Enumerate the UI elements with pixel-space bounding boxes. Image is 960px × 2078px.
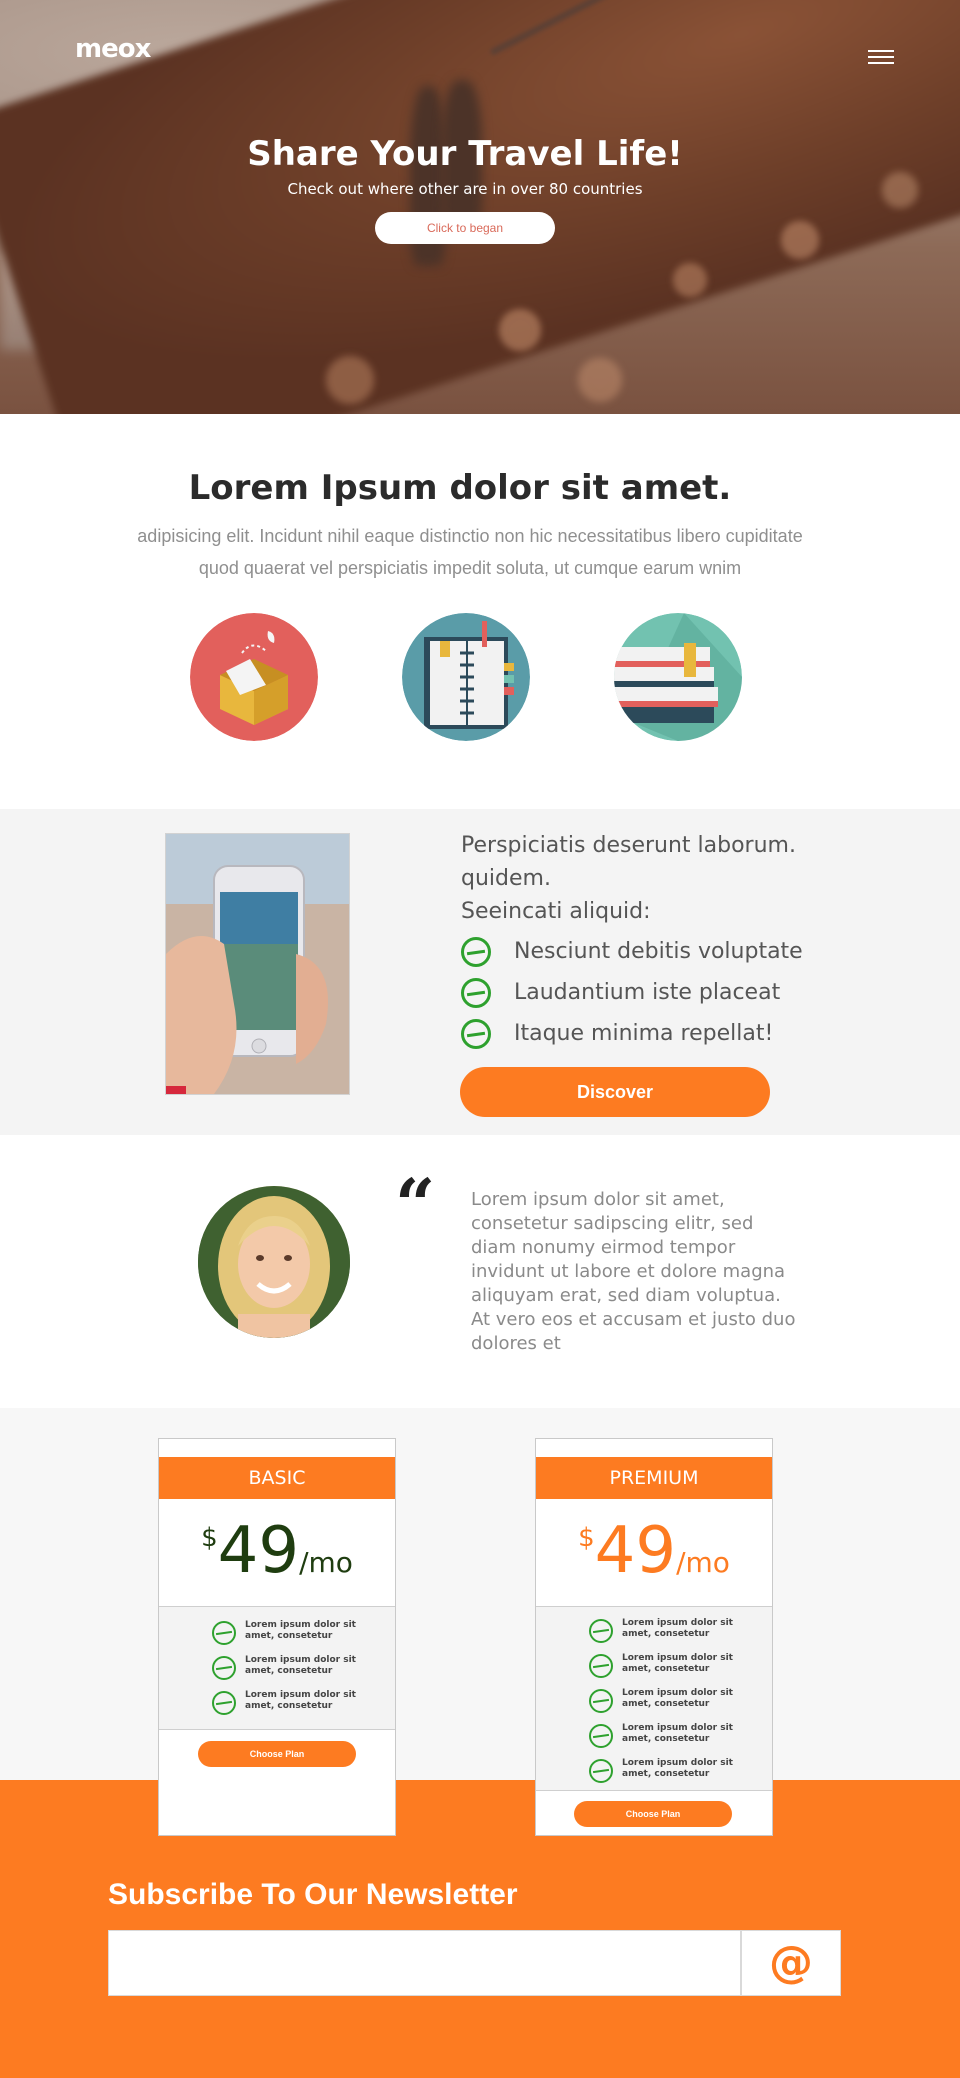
plan-name: BASIC	[159, 1457, 395, 1499]
plan-price: $49/mo	[536, 1519, 772, 1583]
price-amount: 49	[217, 1514, 300, 1588]
pricing-section	[0, 1408, 960, 1780]
check-circle-icon	[589, 1689, 613, 1713]
hero-banner: meox Share Your Travel Life! Check out w…	[0, 0, 960, 414]
price-currency: $	[201, 1523, 218, 1553]
feature-item-label: Itaque minima repellat!	[514, 1021, 774, 1046]
discover-button[interactable]: Discover	[460, 1067, 770, 1117]
price-amount: 49	[594, 1514, 677, 1588]
testimonial-avatar	[198, 1186, 350, 1338]
pricing-card-premium: PREMIUM $49/mo Lorem ipsum dolor sit ame…	[535, 1438, 773, 1836]
plan-name: PREMIUM	[536, 1457, 772, 1499]
newsletter-email-input[interactable]	[108, 1930, 741, 1996]
quote-mark-icon: “	[395, 1163, 436, 1246]
feature-heading-line2: quidem.	[461, 866, 551, 891]
plan-feature-item: Lorem ipsum dolor sit amet, consetetur	[536, 1611, 772, 1646]
open-box-icon	[190, 613, 318, 741]
check-circle-icon	[212, 1621, 236, 1645]
plan-features: Lorem ipsum dolor sit amet, consetetur L…	[536, 1606, 772, 1791]
newsletter-title: Subscribe To Our Newsletter	[108, 1878, 518, 1911]
books-icon	[614, 613, 742, 741]
plan-feature-label: Lorem ipsum dolor sit amet, consetetur	[622, 1723, 733, 1744]
hero-cta-button[interactable]: Click to began	[375, 212, 555, 244]
feature-heading-line3: Seeincati aliquid:	[461, 899, 651, 924]
hero-subtitle: Check out where other are in over 80 cou…	[287, 180, 643, 198]
price-period: /mo	[299, 1546, 353, 1579]
newsletter-section	[0, 1780, 960, 2078]
feature-heading: Perspiciatis deserunt laborum. quidem. S…	[461, 829, 881, 928]
plan-feature-label: Lorem ipsum dolor sit amet, consetetur	[622, 1758, 733, 1779]
testimonial-text: Lorem ipsum dolor sit amet, consetetur s…	[471, 1189, 796, 1354]
check-circle-icon	[589, 1619, 613, 1643]
plan-feature-label: Lorem ipsum dolor sit amet, consetetur	[622, 1653, 733, 1674]
pricing-card-basic: BASIC $49/mo Lorem ipsum dolor sit amet,…	[158, 1438, 396, 1836]
check-circle-icon	[212, 1691, 236, 1715]
intro-title: Lorem Ipsum dolor sit amet.	[188, 468, 732, 508]
check-circle-icon	[589, 1759, 613, 1783]
plan-feature-label: Lorem ipsum dolor sit amet, consetetur	[245, 1620, 356, 1641]
choose-plan-button[interactable]: Choose Plan	[574, 1801, 732, 1827]
feature-item-label: Nesciunt debitis voluptate	[514, 939, 803, 964]
hamburger-menu-icon[interactable]	[868, 50, 894, 64]
phone-photo	[165, 833, 350, 1095]
price-currency: $	[578, 1523, 595, 1553]
check-circle-icon	[589, 1724, 613, 1748]
notebook-icon	[402, 613, 530, 741]
feature-list-item: Nesciunt debitis voluptate	[461, 935, 881, 969]
check-circle-icon	[461, 978, 491, 1008]
at-sign-icon[interactable]: @	[741, 1930, 841, 1996]
plan-feature-item: Lorem ipsum dolor sit amet, consetetur	[159, 1683, 395, 1718]
hero-title: Share Your Travel Life!	[247, 134, 683, 174]
plan-feature-item: Lorem ipsum dolor sit amet, consetetur	[159, 1648, 395, 1683]
logo[interactable]: meox	[75, 34, 151, 64]
choose-plan-button[interactable]: Choose Plan	[198, 1741, 356, 1767]
plan-features: Lorem ipsum dolor sit amet, consetetur L…	[159, 1606, 395, 1730]
price-period: /mo	[676, 1546, 730, 1579]
check-circle-icon	[589, 1654, 613, 1678]
check-circle-icon	[212, 1656, 236, 1680]
feature-heading-line1: Perspiciatis deserunt laborum.	[461, 833, 796, 858]
feature-item-label: Laudantium iste placeat	[514, 980, 781, 1005]
check-circle-icon	[461, 1019, 491, 1049]
plan-feature-label: Lorem ipsum dolor sit amet, consetetur	[622, 1688, 733, 1709]
plan-feature-item: Lorem ipsum dolor sit amet, consetetur	[159, 1613, 395, 1648]
plan-feature-label: Lorem ipsum dolor sit amet, consetetur	[622, 1618, 733, 1639]
plan-feature-label: Lorem ipsum dolor sit amet, consetetur	[245, 1655, 356, 1676]
plan-feature-item: Lorem ipsum dolor sit amet, consetetur	[536, 1646, 772, 1681]
plan-feature-item: Lorem ipsum dolor sit amet, consetetur	[536, 1716, 772, 1751]
plan-price: $49/mo	[159, 1519, 395, 1583]
plan-feature-item: Lorem ipsum dolor sit amet, consetetur	[536, 1751, 772, 1786]
plan-feature-item: Lorem ipsum dolor sit amet, consetetur	[536, 1681, 772, 1716]
feature-section: Perspiciatis deserunt laborum. quidem. S…	[0, 809, 960, 1135]
feature-list-item: Laudantium iste placeat	[461, 976, 881, 1010]
intro-text: adipisicing elit. Incidunt nihil eaque d…	[137, 526, 803, 578]
check-circle-icon	[461, 937, 491, 967]
plan-feature-label: Lorem ipsum dolor sit amet, consetetur	[245, 1690, 356, 1711]
feature-list-item: Itaque minima repellat!	[461, 1017, 881, 1051]
